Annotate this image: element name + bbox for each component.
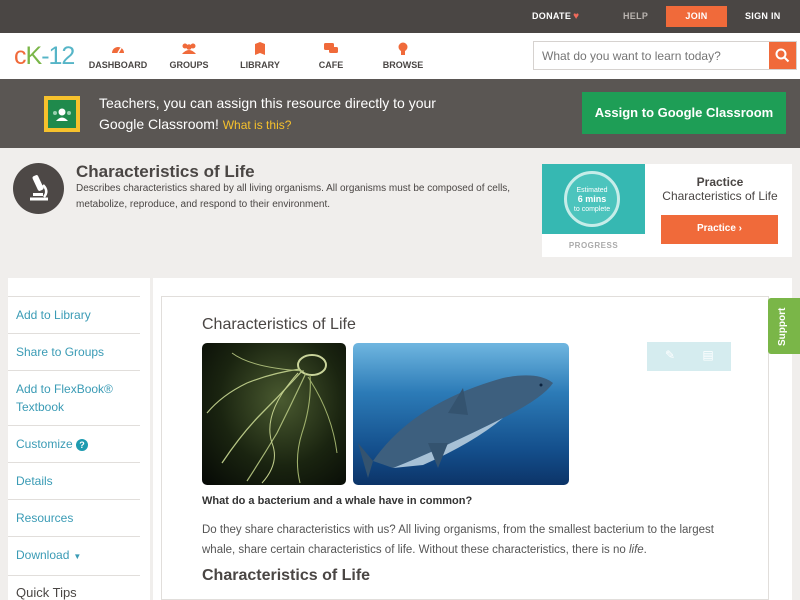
practice-button[interactable]: Practice ›	[661, 215, 778, 244]
jellyfish-image	[202, 343, 346, 485]
intro-paragraph: Do they share characteristics with us? A…	[202, 520, 732, 560]
logo-12: -12	[41, 42, 75, 70]
groups-icon	[182, 43, 196, 54]
nav-groups[interactable]: GROUPS	[165, 41, 213, 70]
paragraph-end: .	[643, 544, 647, 556]
sidebar-item-customize[interactable]: Customize ?	[8, 425, 140, 462]
nav-browse[interactable]: BROWSE	[378, 41, 428, 70]
google-classroom-banner: Teachers, you can assign this resource d…	[0, 79, 800, 148]
chat-bubbles-icon	[324, 43, 338, 53]
nav-cafe[interactable]: CAFE	[309, 41, 353, 70]
donate-link[interactable]: DONATE ♥	[532, 0, 579, 33]
practice-button-label: Practice	[696, 223, 736, 234]
nav-browse-label: BROWSE	[382, 60, 424, 70]
paragraph-emphasis: life	[628, 544, 644, 556]
caret-down-icon: ▼	[73, 552, 82, 561]
nav-dashboard-label: DASHBOARD	[88, 60, 148, 70]
dashboard-icon	[112, 47, 124, 54]
sidebar-item-download[interactable]: Download ▼	[8, 536, 140, 575]
article-title: Characteristics of Life	[202, 316, 356, 333]
whale-shark-illustration	[358, 375, 553, 478]
practice-label: Practice	[696, 175, 744, 189]
concept-description: Describes characteristics shared by all …	[76, 183, 511, 210]
sidebar: Add to Library Share to Groups Add to Fl…	[8, 296, 140, 600]
quick-tips-heading[interactable]: Quick Tips	[8, 575, 140, 600]
nav-groups-label: GROUPS	[169, 60, 209, 70]
donate-label: DONATE	[532, 11, 572, 21]
search-button[interactable]	[769, 42, 796, 69]
estimated-time-badge: Estimated 6 mins to complete	[564, 171, 620, 227]
jellyfish-illustration	[206, 352, 338, 484]
search-input[interactable]	[534, 42, 770, 69]
customize-label: Customize	[16, 437, 73, 451]
annotation-tools: ✎ ▤	[647, 342, 731, 371]
main-nav: cK-12 DASHBOARD GROUPS LIBRARY CAFE BROW…	[0, 33, 800, 79]
support-label: Support	[777, 307, 788, 346]
column-divider	[150, 278, 153, 600]
progress-label: PROGRESS	[568, 241, 619, 250]
nav-library-label: LIBRARY	[240, 60, 280, 70]
top-utility-bar: DONATE ♥ HELP JOIN SIGN IN	[0, 0, 800, 33]
heart-icon: ♥	[573, 11, 580, 22]
join-button[interactable]: JOIN	[666, 6, 727, 27]
microscope-glyph	[30, 175, 48, 201]
logo-c: c	[14, 42, 26, 70]
google-classroom-icon	[44, 96, 80, 132]
library-icon	[255, 42, 265, 55]
whale-shark-image	[353, 343, 569, 485]
download-label: Download	[16, 548, 70, 562]
sign-in-link[interactable]: SIGN IN	[745, 0, 781, 33]
chevron-right-icon: ›	[738, 223, 743, 234]
microscope-icon	[13, 163, 64, 214]
sidebar-item-resources[interactable]: Resources	[8, 499, 140, 536]
sidebar-item-share-groups[interactable]: Share to Groups	[8, 333, 140, 370]
what-is-this-link[interactable]: What is this?	[223, 118, 292, 132]
search-icon	[775, 48, 790, 63]
concept-title: Characteristics of Life	[76, 162, 255, 181]
sidebar-item-add-flexbook[interactable]: Add to FlexBook® Textbook	[8, 370, 140, 425]
practice-thumbnail[interactable]: Estimated 6 mins to complete	[542, 164, 645, 234]
support-tab[interactable]: Support	[768, 298, 800, 354]
ck12-logo[interactable]: cK-12	[14, 42, 75, 71]
classroom-people-icon	[53, 108, 71, 121]
section-heading: Characteristics of Life	[202, 567, 371, 584]
pencil-icon[interactable]: ✎	[663, 348, 677, 364]
practice-card: Estimated 6 mins to complete PROGRESS Pr…	[542, 164, 792, 257]
nav-library[interactable]: LIBRARY	[236, 41, 284, 70]
sidebar-item-add-library[interactable]: Add to Library	[8, 296, 140, 333]
lightbulb-icon	[398, 42, 408, 55]
estimated-mins: 6 mins	[577, 194, 607, 204]
assign-google-classroom-button[interactable]: Assign to Google Classroom	[582, 92, 786, 134]
nav-dashboard[interactable]: DASHBOARD	[88, 41, 148, 70]
notes-icon[interactable]: ▤	[701, 348, 715, 364]
intro-question: What do a bacterium and a whale have in …	[202, 495, 473, 507]
to-complete-label: to complete	[573, 206, 611, 213]
help-link[interactable]: HELP	[623, 0, 648, 33]
banner-message: Teachers, you can assign this resource d…	[99, 93, 459, 136]
sidebar-item-details[interactable]: Details	[8, 462, 140, 499]
nav-cafe-label: CAFE	[318, 60, 344, 70]
help-question-icon[interactable]: ?	[76, 439, 89, 451]
practice-title: Characteristics of Life	[662, 189, 778, 203]
search-box	[533, 41, 797, 70]
logo-k: K	[25, 42, 43, 70]
